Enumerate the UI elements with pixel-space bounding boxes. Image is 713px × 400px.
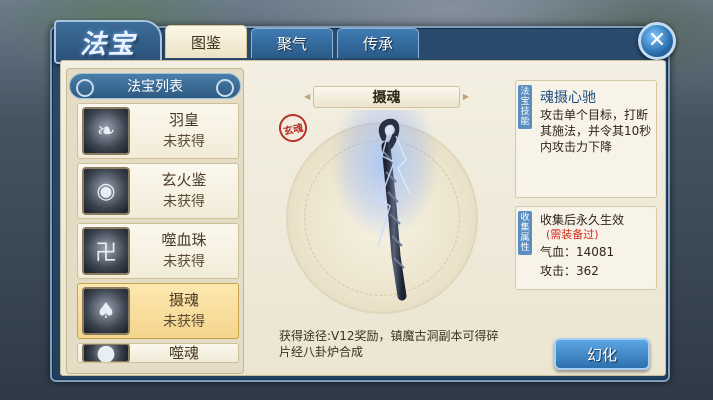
- item-name: 噬魂: [168, 344, 199, 362]
- item-status: 未获得: [163, 254, 205, 270]
- attribute-tag: 收集属性: [518, 211, 532, 255]
- list-header: 法宝列表: [69, 73, 241, 99]
- item-status: 未获得: [163, 314, 205, 330]
- attribute-hp: 气血：14081: [540, 245, 615, 259]
- tab-gather-qi[interactable]: 聚气: [251, 28, 333, 58]
- attribute-note: (需装备过): [546, 228, 599, 241]
- list-item[interactable]: ❧ 羽皇 未获得: [77, 103, 239, 159]
- list-item[interactable]: ● 噬魂: [77, 343, 239, 363]
- tab-inherit[interactable]: 传承: [337, 28, 419, 58]
- item-status: 未获得: [163, 134, 205, 150]
- item-status: 未获得: [163, 194, 205, 210]
- tab-bar: 图鉴 聚气 传承: [165, 25, 419, 58]
- treasure-list-panel: 法宝列表 ❧ 羽皇 未获得 ◉ 玄火鉴 未获得 卍 噬血珠 未获得 ♠ 摄魂 未…: [66, 68, 244, 374]
- attribute-panel: 收集属性 收集后永久生效 (需装备过) 气血：14081 攻击：362: [515, 206, 657, 290]
- refine-button[interactable]: 幻化: [554, 338, 650, 370]
- attribute-attack: 攻击：362: [540, 264, 599, 278]
- orb-icon: ●: [82, 344, 130, 362]
- mirror-icon: ◉: [82, 167, 130, 215]
- tab-handbook[interactable]: 图鉴: [165, 25, 247, 58]
- skill-tag: 法宝技能: [518, 85, 532, 129]
- treasure-name-plate: 摄魂: [304, 86, 469, 108]
- feather-icon: ❧: [82, 107, 130, 155]
- orb-icon: 卍: [82, 227, 130, 275]
- skill-name: 魂摄心驰: [540, 90, 596, 106]
- item-name: 噬血珠: [161, 231, 207, 249]
- window-title: 法宝: [79, 29, 136, 60]
- treasure-list[interactable]: ❧ 羽皇 未获得 ◉ 玄火鉴 未获得 卍 噬血珠 未获得 ♠ 摄魂 未获得 ● …: [77, 103, 239, 367]
- close-icon: ✕: [647, 28, 667, 53]
- item-name: 玄火鉴: [161, 171, 207, 189]
- staff-artwork: [377, 118, 411, 301]
- list-item-selected[interactable]: ♠ 摄魂 未获得: [77, 283, 239, 339]
- skill-panel: 法宝技能 魂摄心驰 攻击单个目标，打断其施法，并令其10秒内攻击力下降: [515, 80, 657, 198]
- list-item[interactable]: 卍 噬血珠 未获得: [77, 223, 239, 279]
- item-name: 羽皇: [168, 111, 199, 129]
- window-title-plate: 法宝: [54, 20, 162, 64]
- close-button[interactable]: ✕: [638, 22, 676, 60]
- acquisition-text: 获得途径:V12奖励，镇魔古洞副本可得碎片经八卦炉合成: [279, 329, 499, 359]
- list-item[interactable]: ◉ 玄火鉴 未获得: [77, 163, 239, 219]
- item-name: 摄魂: [168, 291, 199, 309]
- staff-icon: ♠: [82, 287, 130, 335]
- skill-description: 攻击单个目标，打断其施法，并令其10秒内攻击力下降: [540, 108, 652, 154]
